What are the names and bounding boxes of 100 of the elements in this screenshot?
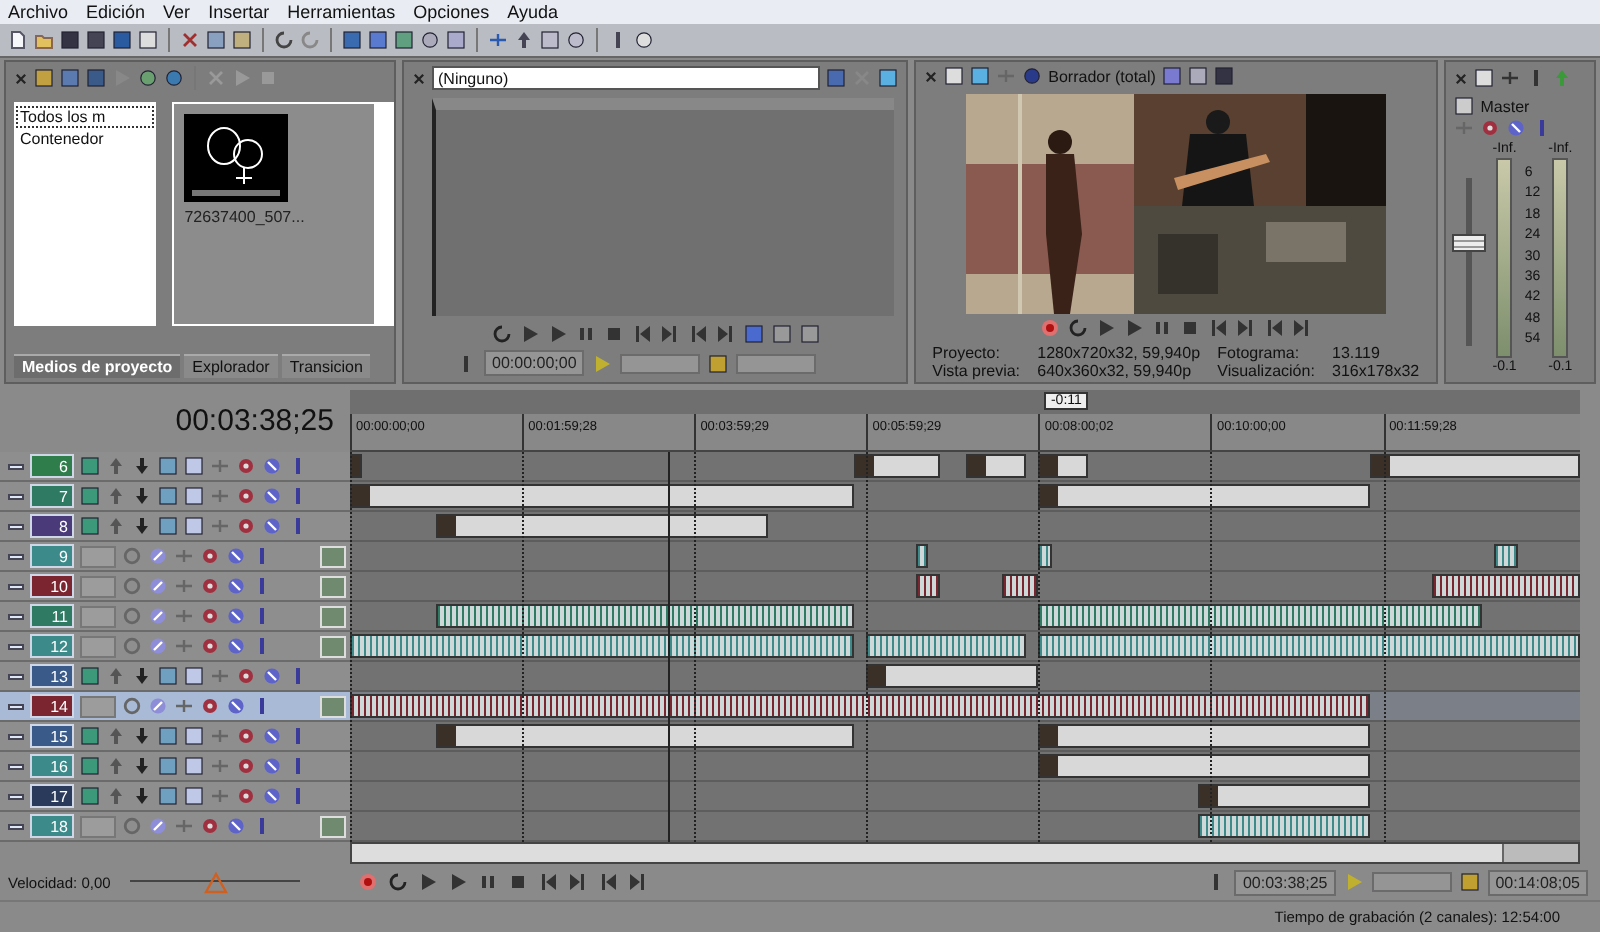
close-icon[interactable] [1454,71,1469,85]
close-icon[interactable] [924,69,939,83]
menu-item[interactable]: Edición [86,2,146,22]
minimize-bar[interactable] [8,763,24,769]
menu-item[interactable]: Archivo [8,2,69,22]
play-icon[interactable] [547,324,568,344]
end-time-field[interactable]: 00:14:08;05 [1487,869,1588,895]
audio-clip[interactable] [1038,544,1052,568]
minimize-bar[interactable] [8,733,24,739]
track-header[interactable]: 15 [0,722,350,752]
scrollbar[interactable] [374,104,392,324]
video-clip[interactable] [1370,454,1580,478]
next-frame-icon[interactable] [628,872,648,892]
tree-item[interactable]: Contenedor [18,130,153,148]
track-header[interactable]: 6 [0,452,350,482]
audio-clip[interactable] [1198,814,1371,838]
mute-icon[interactable] [262,756,282,776]
video-clip[interactable] [854,454,941,478]
mute-icon[interactable] [226,696,246,716]
phase-icon[interactable] [148,636,168,656]
track-header[interactable]: 13 [0,662,350,692]
envelope-tool-icon[interactable] [514,30,534,50]
pause-icon[interactable] [1152,318,1173,338]
video-clip[interactable] [436,724,855,748]
audio-clip[interactable] [350,694,1371,718]
next-frame-icon[interactable] [715,324,736,344]
menu-item[interactable]: Ayuda [507,2,558,22]
loop-icon[interactable] [388,872,408,892]
audio-clip[interactable] [1038,604,1482,628]
phase-icon[interactable] [148,606,168,626]
arrow-up-icon[interactable] [106,666,126,686]
mute-icon[interactable] [262,456,282,476]
play-icon[interactable] [448,872,468,892]
play-from-start-icon[interactable] [1096,318,1117,338]
record-arm-icon[interactable] [122,696,142,716]
video-clip[interactable] [1198,784,1371,808]
panel-tab[interactable]: Transicion [281,354,371,378]
track-header[interactable]: 18 [0,812,350,842]
play-from-start-icon[interactable] [418,872,438,892]
volume-field[interactable] [80,605,116,627]
in-point-field[interactable] [620,353,701,373]
audio-clip[interactable] [1001,574,1039,598]
track-header[interactable]: 17 [0,782,350,812]
volume-field[interactable] [80,815,116,837]
phase-icon[interactable] [148,696,168,716]
video-clip[interactable] [866,664,1039,688]
play-from-start-icon[interactable] [519,324,540,344]
record-icon[interactable] [358,872,378,892]
video-clip[interactable] [436,514,769,538]
minimize-bar[interactable] [8,643,24,649]
mute-icon[interactable] [262,486,282,506]
loop-icon[interactable] [1068,318,1089,338]
audio-clip[interactable] [1493,544,1519,568]
stop-icon[interactable] [603,324,624,344]
track-header[interactable]: 12 [0,632,350,662]
minimize-bar[interactable] [8,583,24,589]
volume-field[interactable] [80,635,116,657]
track-header[interactable]: 9 [0,542,350,572]
video-clip[interactable] [350,484,855,508]
minimize-bar[interactable] [8,823,24,829]
edit-tool-icon[interactable] [488,30,508,50]
track-header[interactable]: 10 [0,572,350,602]
quality-dropdown[interactable]: Borrador (total) [1048,67,1156,85]
pause-icon[interactable] [478,872,498,892]
minimize-bar[interactable] [8,523,24,529]
menu-item[interactable]: Opciones [413,2,490,22]
mute-icon[interactable] [226,636,246,656]
audio-clip[interactable] [1432,574,1580,598]
next-icon[interactable] [568,872,588,892]
track-header[interactable]: 16 [0,752,350,782]
pause-icon[interactable] [575,324,596,344]
previous-icon[interactable] [538,872,558,892]
time-field[interactable]: 00:03:38;25 [1234,869,1336,895]
length-field[interactable] [736,353,817,373]
loop-icon[interactable] [491,324,512,344]
mute-icon[interactable] [226,546,246,566]
track-header[interactable]: 11 [0,602,350,632]
menu-item[interactable]: Insertar [208,2,270,22]
video-clip[interactable] [965,454,1027,478]
next-icon[interactable] [659,324,680,344]
phase-icon[interactable] [148,816,168,836]
close-icon[interactable] [412,71,426,85]
scroll-thumb[interactable] [352,844,1505,862]
record-icon[interactable] [1040,318,1061,338]
phase-icon[interactable] [148,576,168,596]
video-clip[interactable] [1038,754,1371,778]
video-clip[interactable] [1038,454,1088,478]
volume-field[interactable] [80,545,116,567]
minimize-bar[interactable] [8,613,24,619]
mute-icon[interactable] [226,816,246,836]
undo-icon[interactable] [274,30,294,50]
menu-item[interactable]: Herramientas [287,2,396,22]
audio-clip[interactable] [866,634,1027,658]
stop-icon[interactable] [508,872,528,892]
minimize-bar[interactable] [8,793,24,799]
speed-handle-icon[interactable] [203,872,228,894]
mute-icon[interactable] [262,516,282,536]
menu-item[interactable]: Ver [163,2,191,22]
minimize-bar[interactable] [8,493,24,499]
media-dropdown[interactable]: (Ninguno) [432,66,821,90]
